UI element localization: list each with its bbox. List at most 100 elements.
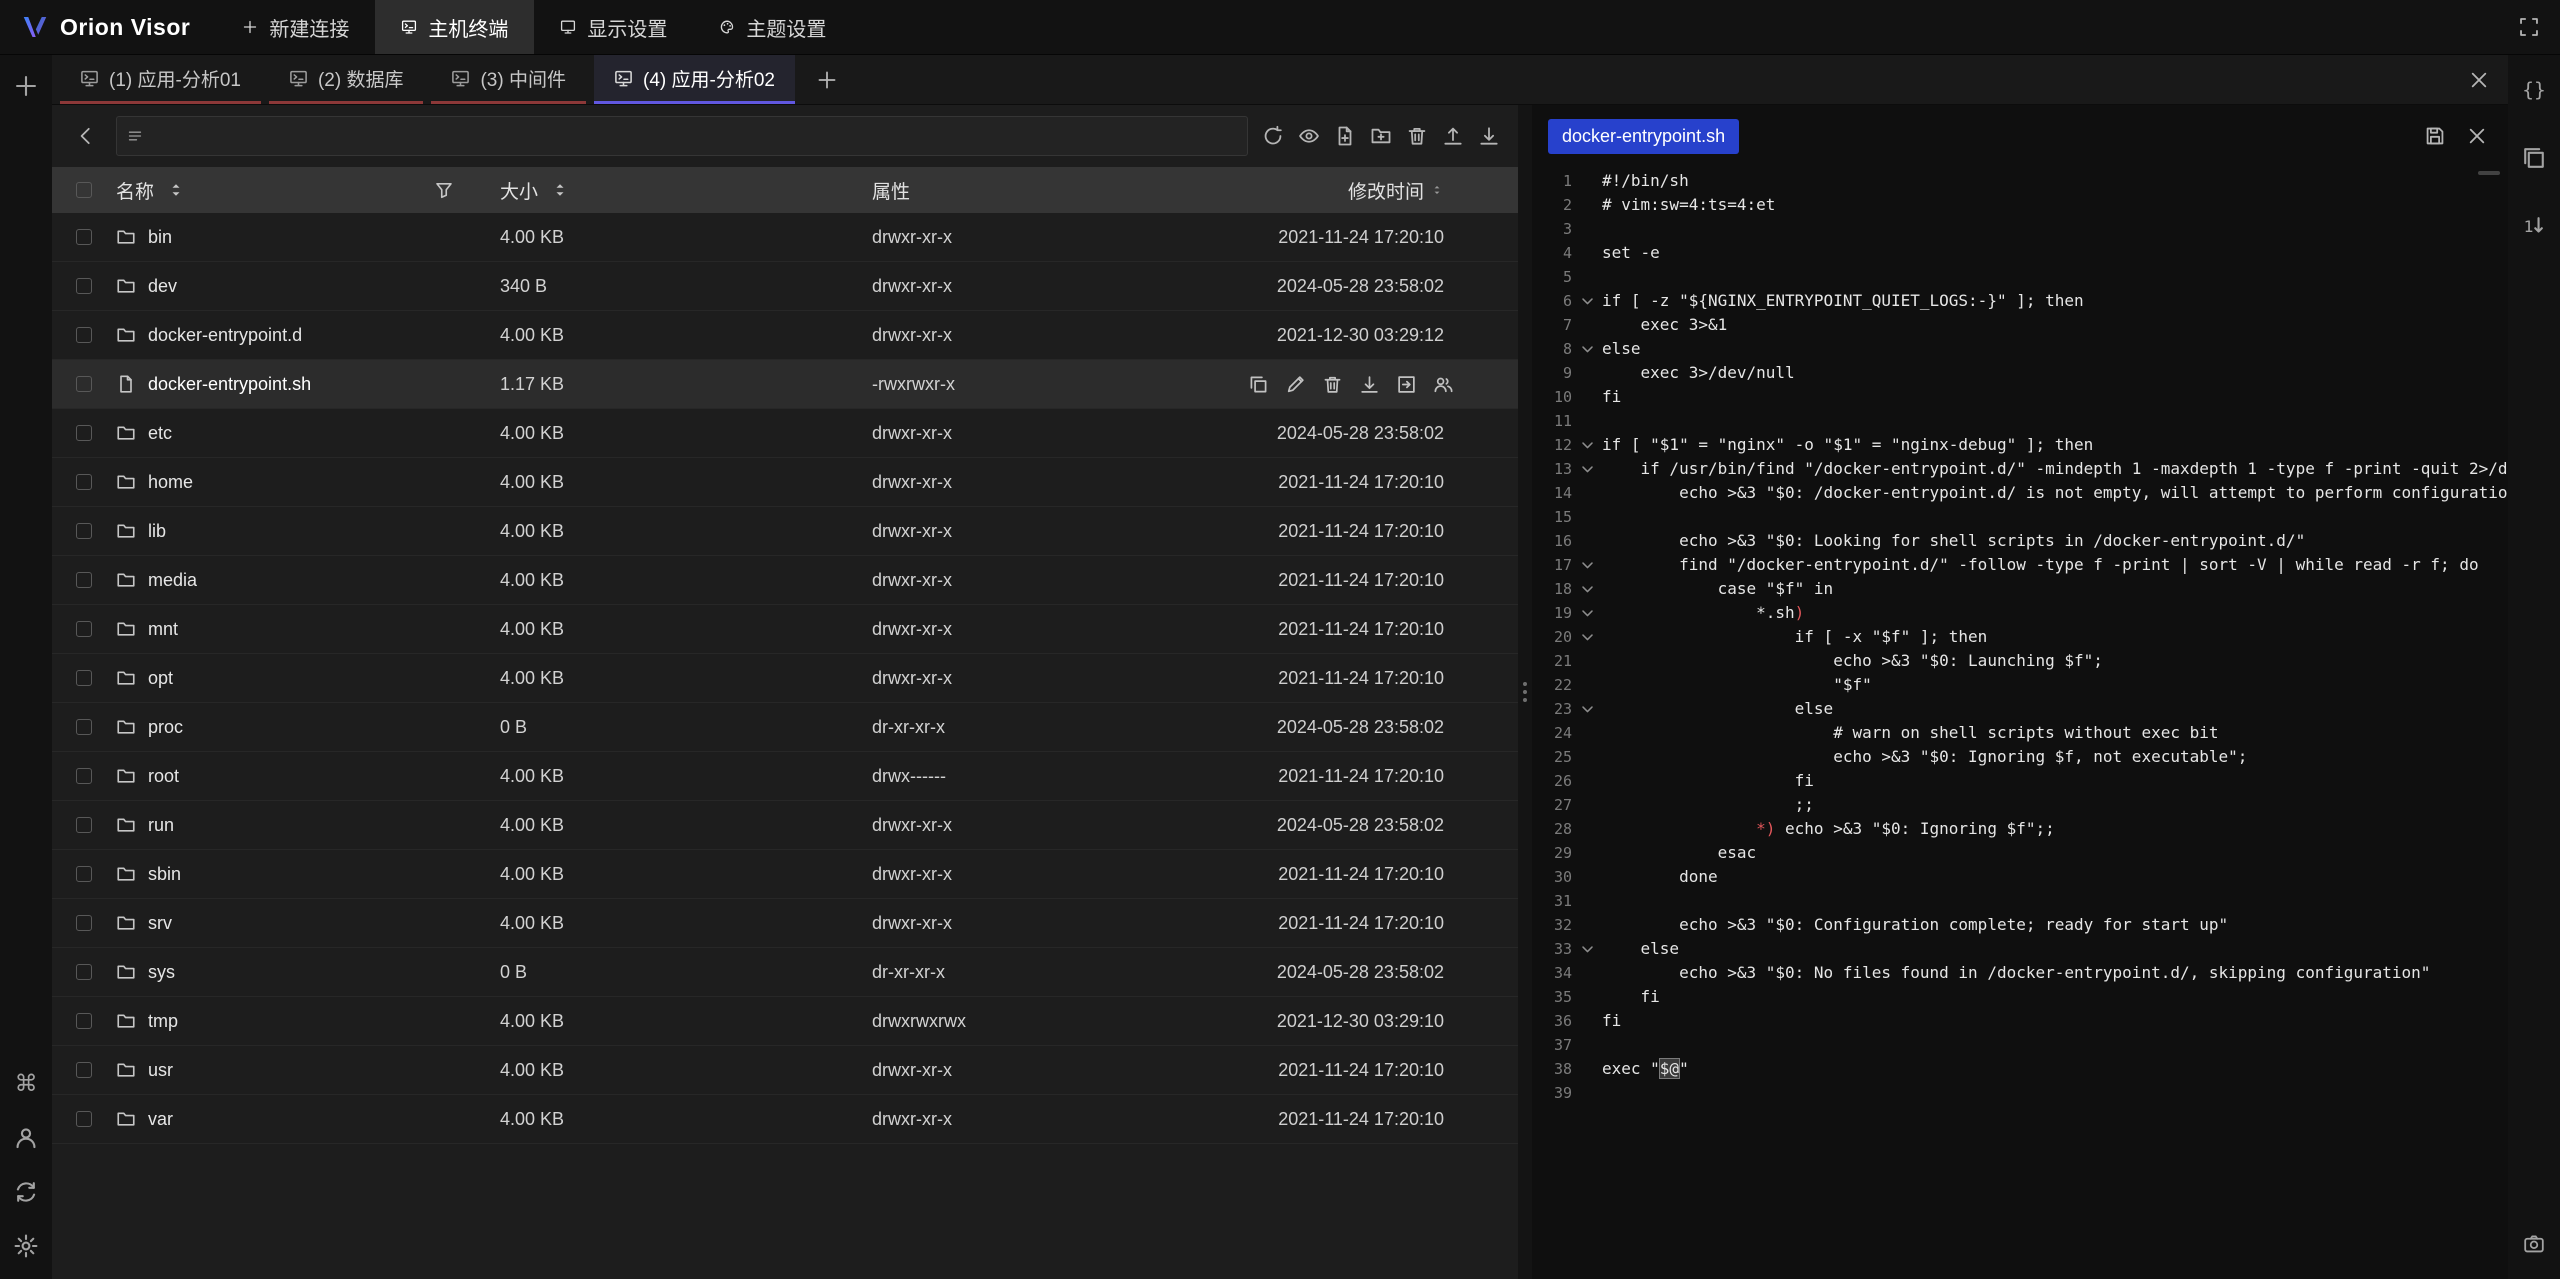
file-row-mnt[interactable]: mnt4.00 KBdrwxr-xr-x2021-11-24 17:20:10	[52, 605, 1518, 654]
new-connection-button[interactable]	[9, 69, 43, 103]
row-checkbox[interactable]	[76, 915, 92, 931]
users-action-button[interactable]	[1433, 374, 1454, 395]
menu-item-plus[interactable]: 新建连接	[216, 0, 375, 54]
close-panel-button[interactable]	[2464, 65, 2494, 95]
row-checkbox[interactable]	[76, 719, 92, 735]
filter-icon[interactable]	[434, 180, 454, 200]
file-row-root[interactable]: root4.00 KBdrwx------2021-11-24 17:20:10	[52, 752, 1518, 801]
file-row-home[interactable]: home4.00 KBdrwxr-xr-x2021-11-24 17:20:10	[52, 458, 1518, 507]
select-all-checkbox[interactable]	[76, 182, 92, 198]
copy-action-button[interactable]	[1248, 374, 1269, 395]
file-row-dev[interactable]: dev340 Bdrwxr-xr-x2024-05-28 23:58:02	[52, 262, 1518, 311]
fold-spacer	[1572, 529, 1602, 553]
row-checkbox[interactable]	[76, 964, 92, 980]
file-row-bin[interactable]: bin4.00 KBdrwxr-xr-x2021-11-24 17:20:10	[52, 213, 1518, 262]
sort-name-icon[interactable]	[166, 180, 186, 200]
terminal-tab-1[interactable]: (1) 应用-分析01	[60, 55, 261, 104]
file-plus-button[interactable]	[1330, 121, 1360, 151]
row-checkbox[interactable]	[76, 1062, 92, 1078]
file-row-srv[interactable]: srv4.00 KBdrwxr-xr-x2021-11-24 17:20:10	[52, 899, 1518, 948]
fold-toggle[interactable]	[1572, 289, 1602, 313]
path-input[interactable]	[151, 126, 1237, 147]
row-checkbox[interactable]	[76, 523, 92, 539]
row-checkbox[interactable]	[76, 768, 92, 784]
move-action-button[interactable]	[1396, 374, 1417, 395]
chevron-down-icon	[1580, 438, 1595, 453]
file-mtime: 2021-11-24 17:20:10	[1202, 668, 1518, 689]
file-name-cell: docker-entrypoint.sh	[116, 374, 500, 395]
add-tab-button[interactable]	[803, 55, 851, 104]
row-checkbox[interactable]	[76, 425, 92, 441]
file-row-sys[interactable]: sys0 Bdr-xr-xr-x2024-05-28 23:58:02	[52, 948, 1518, 997]
menu-item-theme[interactable]: 主题设置	[693, 0, 852, 54]
file-row-docker-entrypoint.sh[interactable]: docker-entrypoint.sh1.17 KB-rwxrwxr-x	[52, 360, 1518, 409]
terminal-tab-3[interactable]: (3) 中间件	[431, 55, 586, 104]
download-button[interactable]	[1474, 121, 1504, 151]
fold-toggle[interactable]	[1572, 625, 1602, 649]
file-row-var[interactable]: var4.00 KBdrwxr-xr-x2021-11-24 17:20:10	[52, 1095, 1518, 1144]
command-palette-button[interactable]	[9, 1067, 43, 1101]
editor-file-tab[interactable]: docker-entrypoint.sh	[1548, 119, 1739, 154]
fold-toggle[interactable]	[1572, 337, 1602, 361]
fold-toggle[interactable]	[1572, 601, 1602, 625]
row-checkbox[interactable]	[76, 474, 92, 490]
file-row-usr[interactable]: usr4.00 KBdrwxr-xr-x2021-11-24 17:20:10	[52, 1046, 1518, 1095]
fold-toggle[interactable]	[1572, 577, 1602, 601]
trash-button[interactable]	[1402, 121, 1432, 151]
file-row-lib[interactable]: lib4.00 KBdrwxr-xr-x2021-11-24 17:20:10	[52, 507, 1518, 556]
fold-toggle[interactable]	[1572, 937, 1602, 961]
row-checkbox[interactable]	[76, 327, 92, 343]
file-row-tmp[interactable]: tmp4.00 KBdrwxrwxrwx2021-12-30 03:29:10	[52, 997, 1518, 1046]
edit-action-button[interactable]	[1285, 374, 1306, 395]
terminal-tab-4[interactable]: (4) 应用-分析02	[594, 55, 795, 104]
editor-close-button[interactable]	[2462, 121, 2492, 151]
menu-item-display[interactable]: 显示设置	[534, 0, 693, 54]
fold-toggle[interactable]	[1572, 433, 1602, 457]
sort-lines-button[interactable]	[2517, 209, 2551, 243]
row-checkbox[interactable]	[76, 572, 92, 588]
eye-button[interactable]	[1294, 121, 1324, 151]
file-row-run[interactable]: run4.00 KBdrwxr-xr-x2024-05-28 23:58:02	[52, 801, 1518, 850]
delete-action-button[interactable]	[1322, 374, 1343, 395]
settings-button[interactable]	[9, 1229, 43, 1263]
row-checkbox[interactable]	[76, 621, 92, 637]
row-checkbox[interactable]	[76, 1111, 92, 1127]
row-checkbox[interactable]	[76, 229, 92, 245]
fold-toggle[interactable]	[1572, 457, 1602, 481]
menu-item-terminal[interactable]: 主机终端	[375, 0, 534, 54]
code-text: *.sh)	[1602, 601, 1804, 625]
sort-size-icon[interactable]	[550, 180, 570, 200]
sync-button[interactable]	[9, 1175, 43, 1209]
folder-plus-button[interactable]	[1366, 121, 1396, 151]
row-checkbox[interactable]	[76, 278, 92, 294]
fold-toggle[interactable]	[1572, 697, 1602, 721]
fold-toggle[interactable]	[1572, 553, 1602, 577]
screenshot-button[interactable]	[2515, 1225, 2553, 1263]
sort-mtime-icon[interactable]	[1430, 183, 1444, 197]
row-checkbox[interactable]	[76, 670, 92, 686]
user-button[interactable]	[9, 1121, 43, 1155]
file-row-proc[interactable]: proc0 Bdr-xr-xr-x2024-05-28 23:58:02	[52, 703, 1518, 752]
file-row-docker-entrypoint.d[interactable]: docker-entrypoint.d4.00 KBdrwxr-xr-x2021…	[52, 311, 1518, 360]
fullscreen-button[interactable]	[2514, 12, 2544, 42]
panel-divider[interactable]	[1518, 105, 1532, 1279]
file-row-media[interactable]: media4.00 KBdrwxr-xr-x2021-11-24 17:20:1…	[52, 556, 1518, 605]
chevron-down-icon	[1580, 606, 1595, 621]
back-button[interactable]	[66, 116, 106, 156]
download-action-button[interactable]	[1359, 374, 1380, 395]
row-checkbox[interactable]	[76, 866, 92, 882]
save-button[interactable]	[2420, 121, 2450, 151]
editor-scrollbar-thumb[interactable]	[2478, 171, 2500, 175]
refresh-button[interactable]	[1258, 121, 1288, 151]
row-checkbox[interactable]	[76, 1013, 92, 1029]
terminal-tab-2[interactable]: (2) 数据库	[269, 55, 424, 104]
upload-button[interactable]	[1438, 121, 1468, 151]
file-row-sbin[interactable]: sbin4.00 KBdrwxr-xr-x2021-11-24 17:20:10	[52, 850, 1518, 899]
row-checkbox[interactable]	[76, 376, 92, 392]
code-editor[interactable]: 1#!/bin/sh2# vim:sw=4:ts=4:et34set -e56i…	[1532, 167, 2508, 1279]
row-checkbox[interactable]	[76, 817, 92, 833]
file-row-opt[interactable]: opt4.00 KBdrwxr-xr-x2021-11-24 17:20:10	[52, 654, 1518, 703]
layers-button[interactable]	[2517, 141, 2551, 175]
file-row-etc[interactable]: etc4.00 KBdrwxr-xr-x2024-05-28 23:58:02	[52, 409, 1518, 458]
braces-button[interactable]	[2517, 73, 2551, 107]
